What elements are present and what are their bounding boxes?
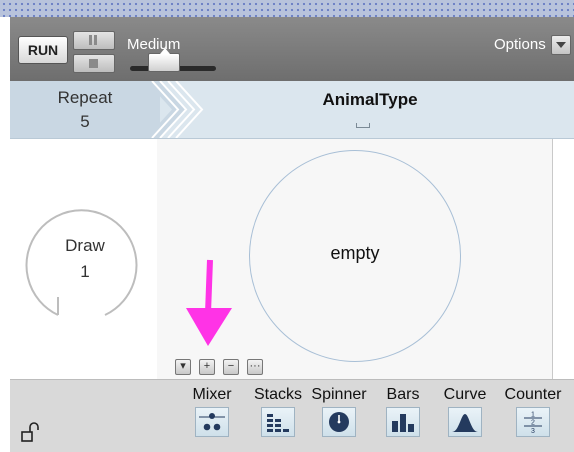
palette-bars[interactable]: Bars xyxy=(382,386,424,442)
mixer-label: Mixer xyxy=(192,386,232,403)
draw-pane: Draw 1 xyxy=(10,139,158,379)
palette-counter[interactable]: Counter 1 2 3 xyxy=(501,386,565,442)
counter-number-2: 2 xyxy=(531,420,535,427)
attribute-resize-handle[interactable] xyxy=(356,123,370,128)
options-dropdown-button[interactable] xyxy=(551,35,571,55)
unlock-icon[interactable] xyxy=(20,422,44,444)
palette-stacks[interactable]: Stacks xyxy=(250,386,306,442)
device-palette: Mixer Stacks Spinner Bars Curve Counter … xyxy=(10,379,574,452)
repeat-control[interactable]: Repeat 5 xyxy=(10,81,160,138)
stop-button[interactable] xyxy=(73,54,115,73)
curve-label: Curve xyxy=(443,386,487,403)
counter-icon: 1 2 3 xyxy=(516,407,550,437)
toolbar: RUN Medium Options xyxy=(10,17,574,81)
bars-icon xyxy=(386,407,420,437)
run-button[interactable]: RUN xyxy=(18,36,68,64)
palette-curve[interactable]: Curve xyxy=(440,386,490,442)
bars-label: Bars xyxy=(386,386,420,403)
device-empty-label: empty xyxy=(330,243,380,263)
mixer-icon xyxy=(195,407,229,437)
pause-button[interactable] xyxy=(73,31,115,50)
counter-number-3: 3 xyxy=(531,428,535,435)
draw-arc-icon xyxy=(25,209,138,316)
remove-ball-button[interactable]: − xyxy=(223,359,239,375)
repeat-label: Repeat xyxy=(57,88,113,107)
more-options-button[interactable]: ··· xyxy=(247,359,263,375)
add-ball-button[interactable]: + xyxy=(199,359,215,375)
app-frame: RUN Medium Options Repeat 5 AnimalType D… xyxy=(0,0,574,452)
options-menu-label[interactable]: Options xyxy=(494,36,546,53)
speed-label: Medium xyxy=(127,36,181,53)
pause-icon xyxy=(88,35,98,45)
attribute-title[interactable]: AnimalType xyxy=(200,90,540,110)
spinner-label: Spinner xyxy=(311,386,367,403)
chevron-separator-icon xyxy=(146,81,204,138)
draw-label: Draw xyxy=(65,236,105,255)
repeat-value[interactable]: 5 xyxy=(10,112,160,132)
speed-slider-thumb[interactable] xyxy=(148,48,180,72)
top-dot-strip xyxy=(0,0,574,17)
draw-value[interactable]: 1 xyxy=(50,262,120,282)
counter-number-1: 1 xyxy=(531,412,535,419)
palette-spinner[interactable]: Spinner xyxy=(307,386,371,442)
counter-label: Counter xyxy=(504,386,562,403)
curve-icon xyxy=(448,407,482,437)
pink-arrow-annotation xyxy=(186,259,232,346)
stacks-icon xyxy=(261,407,295,437)
header-bar: Repeat 5 AnimalType xyxy=(10,81,574,139)
stop-icon xyxy=(89,59,98,68)
device-circle[interactable]: empty xyxy=(249,150,461,362)
palette-mixer[interactable]: Mixer xyxy=(190,386,234,442)
device-dropdown-button[interactable]: ▾ xyxy=(175,359,191,375)
spinner-icon xyxy=(322,407,356,437)
stacks-label: Stacks xyxy=(253,386,302,403)
